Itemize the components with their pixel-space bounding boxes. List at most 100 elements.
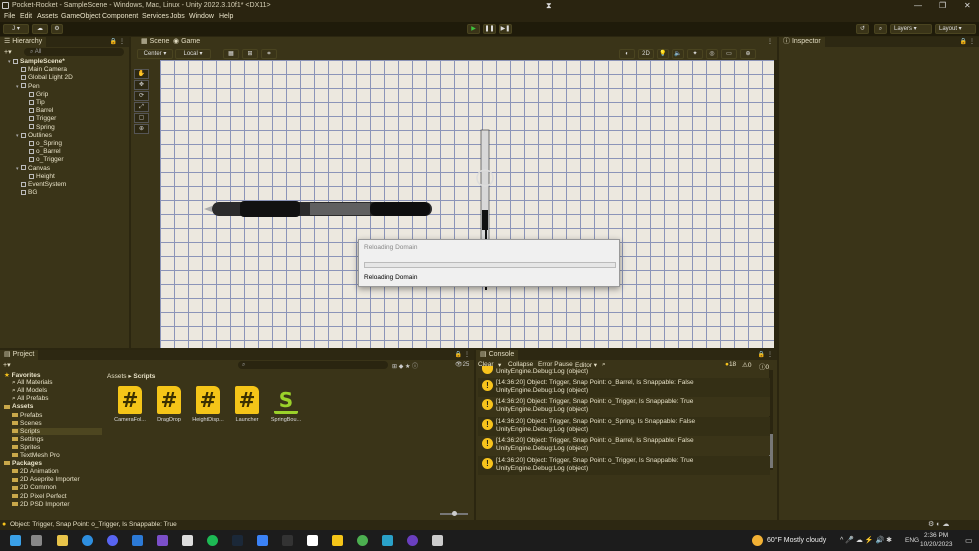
hierarchy-item[interactable]: ▾ Outlines xyxy=(16,132,52,139)
scene-viewport[interactable] xyxy=(160,60,774,348)
transform-tool-icon[interactable]: ⊕ xyxy=(134,124,149,134)
project-filter-icons[interactable]: ⊞ ◆ ★ ⓘ xyxy=(392,361,418,370)
console-entry[interactable]: ! [14:36:20] Object: Trigger, Snap Point:… xyxy=(478,397,770,417)
step-button[interactable]: ▶❚ xyxy=(499,24,512,34)
menu-help[interactable]: Help xyxy=(219,13,233,20)
hierarchy-search-input[interactable]: ⌕ All xyxy=(24,48,124,56)
console-search-icon[interactable]: ⌕ xyxy=(602,361,606,369)
project-tree-item[interactable]: Sprites xyxy=(12,444,40,451)
project-tree-item[interactable]: 2D Pixel Perfect xyxy=(12,493,67,500)
cloud-icon[interactable]: ☁ xyxy=(32,24,48,34)
play-button[interactable]: ▶ xyxy=(467,24,480,34)
hierarchy-item[interactable]: ▾ Pen xyxy=(16,83,40,90)
console-entry[interactable]: ! [14:36:20] Object: Trigger, Snap Point:… xyxy=(478,416,770,436)
app-icon-2[interactable] xyxy=(382,535,393,546)
menu-file[interactable]: File xyxy=(4,13,15,20)
tab-scene[interactable]: ▦ Scene xyxy=(137,37,174,47)
project-tree-item[interactable]: 2D Aseprite Importer xyxy=(12,476,80,483)
visual-studio-icon[interactable] xyxy=(157,535,168,546)
draw-mode-icon[interactable]: ◐ xyxy=(619,49,635,59)
menu-window[interactable]: Window xyxy=(189,13,214,20)
hierarchy-item[interactable]: Tip xyxy=(24,99,45,106)
hierarchy-item[interactable]: BG xyxy=(16,189,37,196)
discord-icon[interactable] xyxy=(107,535,118,546)
camera-icon[interactable]: ▭ xyxy=(721,49,737,59)
warn-count[interactable]: ●18 xyxy=(725,361,736,368)
gizmos-icon[interactable]: ⊕ xyxy=(740,49,756,59)
project-tree-item[interactable]: Prefabs xyxy=(12,412,42,419)
steam-icon[interactable] xyxy=(232,535,243,546)
menu-assets[interactable]: Assets xyxy=(37,13,58,20)
inspector-menu-icon[interactable]: 🔒 ⋮ xyxy=(960,38,975,45)
script-asset[interactable]: # HeightDisp... xyxy=(190,386,226,423)
language-indicator[interactable]: ENG xyxy=(905,537,919,544)
hierarchy-item[interactable]: Barrel xyxy=(24,107,53,114)
search-icon[interactable]: ⌕ xyxy=(874,24,887,34)
script-asset[interactable]: # DragDrop xyxy=(151,386,187,423)
pause-button[interactable]: ❚❚ xyxy=(483,24,496,34)
hierarchy-item[interactable]: Grip xyxy=(24,91,48,98)
menu-edit[interactable]: Edit xyxy=(20,13,32,20)
tab-project[interactable]: ▤ Project xyxy=(0,350,39,360)
status-icons[interactable]: ⚙ ◐ ☁ xyxy=(928,520,949,528)
snap-increment-icon[interactable]: ⊞ xyxy=(242,49,258,59)
app-icon-1[interactable] xyxy=(257,535,268,546)
hierarchy-menu-icon[interactable]: 🔒 ⋮ xyxy=(110,38,125,45)
status-message[interactable]: Object: Trigger, Snap Point: o_Trigger, … xyxy=(10,521,177,528)
tab-hierarchy[interactable]: ☰ Hierarchy xyxy=(0,37,47,47)
obs-icon[interactable] xyxy=(407,535,418,546)
rotate-tool-icon[interactable]: ⟳ xyxy=(134,91,149,101)
project-tree-item[interactable]: Packages xyxy=(4,460,42,467)
edge-icon[interactable] xyxy=(82,535,93,546)
hierarchy-item[interactable]: Trigger xyxy=(24,115,56,122)
pen-sprite[interactable] xyxy=(204,201,432,217)
rect-tool-icon[interactable]: ▢ xyxy=(134,113,149,123)
hierarchy-item[interactable]: Spring xyxy=(24,124,55,131)
move-tool-icon[interactable]: ✥ xyxy=(134,80,149,90)
clock-date[interactable]: 10/20/2023 xyxy=(920,541,953,548)
console-menu-icon[interactable]: 🔒 ⋮ xyxy=(758,351,773,358)
project-tree-item[interactable]: ⌕ All Prefabs xyxy=(12,395,49,403)
console-entry[interactable]: ! [14:36:20] Object: Trigger, Snap Point:… xyxy=(478,436,770,456)
close-button[interactable]: ✕ xyxy=(964,1,971,10)
error-count[interactable]: ⚠0 xyxy=(742,361,751,369)
start-icon[interactable] xyxy=(10,535,21,546)
layout-dropdown[interactable]: Layout ▾ xyxy=(935,24,976,34)
services-icon[interactable]: ⚙ xyxy=(51,24,63,34)
project-tree-item[interactable]: TextMesh Pro xyxy=(12,452,60,459)
menu-gameobject[interactable]: GameObject xyxy=(61,13,100,20)
project-menu-icon[interactable]: 🔒 ⋮ xyxy=(455,351,470,358)
console-entry[interactable]: ! [14:36:20] Object: Trigger, Snap Point:… xyxy=(478,378,770,397)
error-pause-button[interactable]: Error Pause xyxy=(538,361,573,368)
info-count[interactable]: ⓘ0 xyxy=(759,361,769,371)
project-tree-item[interactable]: ⌕ All Materials xyxy=(12,379,53,387)
project-tree-item[interactable]: 2D Common xyxy=(12,484,56,491)
tab-game[interactable]: ◉ Game xyxy=(169,37,204,47)
project-tree-item[interactable]: Settings xyxy=(12,436,44,443)
hierarchy-item[interactable]: o_Trigger xyxy=(24,156,64,163)
add-icon[interactable]: +▾ xyxy=(4,48,12,56)
account-button[interactable]: J ▾ xyxy=(3,24,29,34)
chrome-icon[interactable] xyxy=(357,535,368,546)
history-icon[interactable]: ↺ xyxy=(856,24,869,34)
project-tree-item[interactable]: 2D PSD Importer xyxy=(12,501,70,508)
hierarchy-item[interactable]: o_Spring xyxy=(24,140,62,147)
weather-text[interactable]: 60°F Mostly cloudy xyxy=(767,537,826,544)
layers-dropdown[interactable]: Layers ▾ xyxy=(890,24,932,34)
hierarchy-item[interactable]: o_Barrel xyxy=(24,148,61,155)
project-search-input[interactable]: ⌕ xyxy=(238,361,388,369)
zoom-slider[interactable] xyxy=(440,511,468,516)
project-tree-item[interactable]: ⌕ All Models xyxy=(12,387,47,395)
notification-icon[interactable]: ▭ xyxy=(965,536,973,545)
tab-console[interactable]: ▤ Console xyxy=(476,350,519,360)
clock-time[interactable]: 2:36 PM xyxy=(924,532,948,539)
menu-services[interactable]: Services xyxy=(142,13,169,20)
spotify-icon[interactable] xyxy=(207,535,218,546)
console-entry[interactable]: ! [14:36:20] Object: Trigger, Snap Point:… xyxy=(478,455,770,475)
unity-hub-icon[interactable] xyxy=(182,535,193,546)
hierarchy-item[interactable]: Height xyxy=(24,173,55,180)
project-add-icon[interactable]: +▾ xyxy=(3,361,11,369)
scene-menu-icon[interactable]: ⋮ xyxy=(767,38,773,45)
script-asset[interactable]: # CameraFol... xyxy=(112,386,148,423)
audio-icon[interactable]: 🔈 xyxy=(672,49,684,59)
